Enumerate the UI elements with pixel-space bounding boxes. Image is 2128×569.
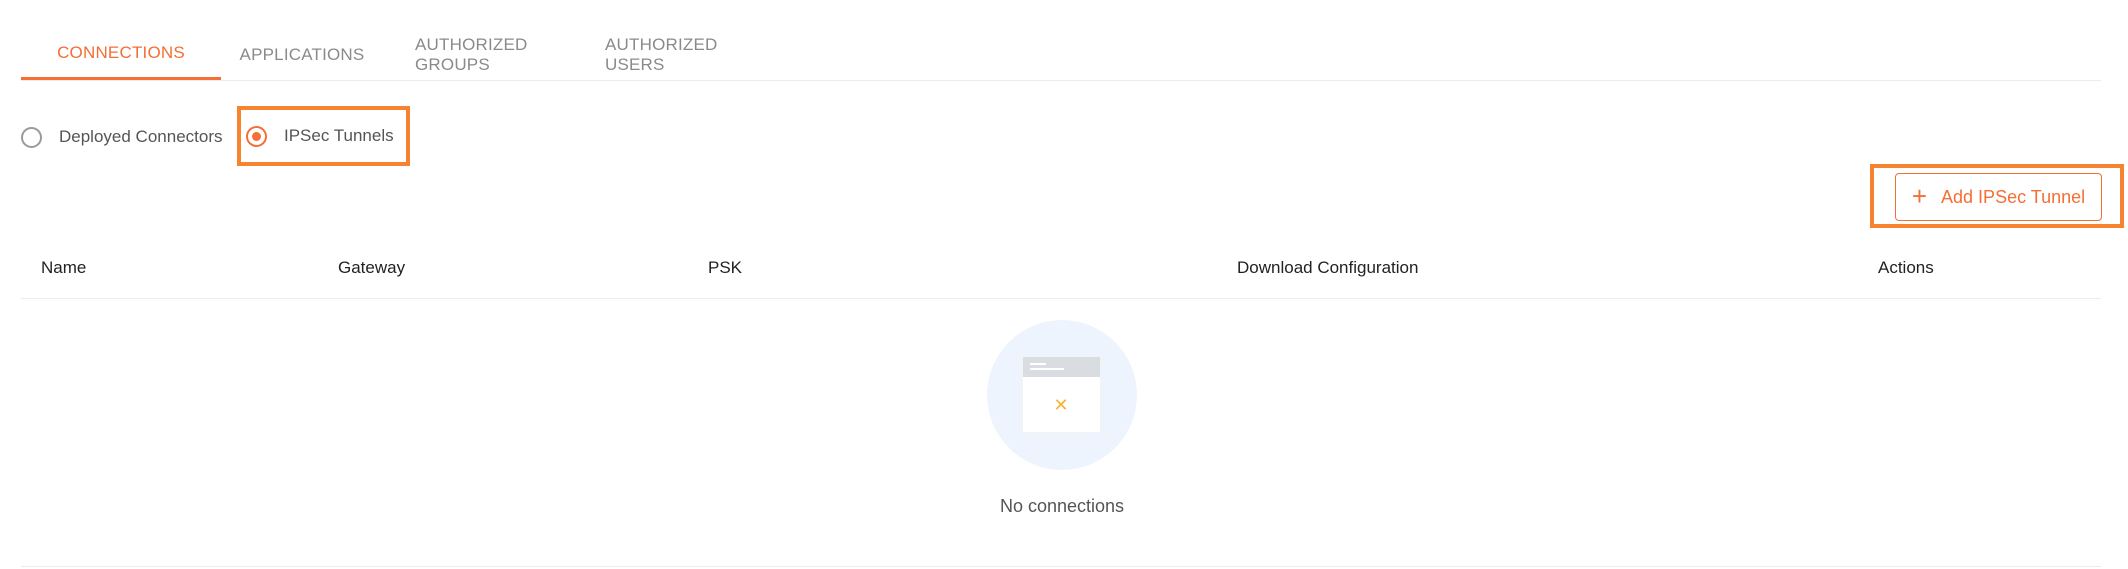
table-bottom-divider [21,566,2101,567]
close-x-icon: ✕ [1053,395,1069,415]
column-header-psk[interactable]: PSK [708,253,742,283]
empty-document-card: ✕ [1023,357,1100,432]
radio-ipsec-tunnels[interactable]: IPSec Tunnels [237,106,410,166]
table-header: Name Gateway PSK Download Configuration … [21,238,2101,299]
tab-bar: CONNECTIONS APPLICATIONS AUTHORIZED GROU… [21,30,2101,81]
tab-connections[interactable]: CONNECTIONS [21,30,221,80]
radio-label-deployed-connectors: Deployed Connectors [59,127,223,146]
add-ipsec-tunnel-label: Add IPSec Tunnel [1941,186,2086,207]
empty-state-message: No connections [999,496,1125,516]
add-ipsec-tunnel-button[interactable]: + Add IPSec Tunnel [1895,173,2102,221]
tab-applications[interactable]: APPLICATIONS [221,30,383,80]
radio-checked-icon[interactable] [246,125,267,147]
column-header-gateway[interactable]: Gateway [338,253,405,283]
column-header-actions[interactable]: Actions [1878,253,1934,283]
radio-label-ipsec-tunnels: IPSec Tunnels [284,126,394,145]
radio-deployed-connectors[interactable]: Deployed Connectors [21,111,236,163]
column-header-name[interactable]: Name [41,253,86,283]
column-header-download-configuration[interactable]: Download Configuration [1237,253,1418,283]
empty-document-line [1030,363,1046,365]
empty-document-line [1030,368,1064,370]
radio-unchecked-icon[interactable] [21,126,42,148]
plus-icon: + [1911,181,1928,211]
connection-type-radio-group: Deployed Connectors IPSec Tunnels [21,106,410,166]
tab-authorized-users[interactable]: AUTHORIZED USERS [605,30,775,80]
empty-document-header [1023,357,1100,377]
tab-authorized-groups[interactable]: AUTHORIZED GROUPS [415,30,605,80]
connections-page: CONNECTIONS APPLICATIONS AUTHORIZED GROU… [0,0,2128,569]
empty-document-icon: ✕ [987,320,1137,470]
